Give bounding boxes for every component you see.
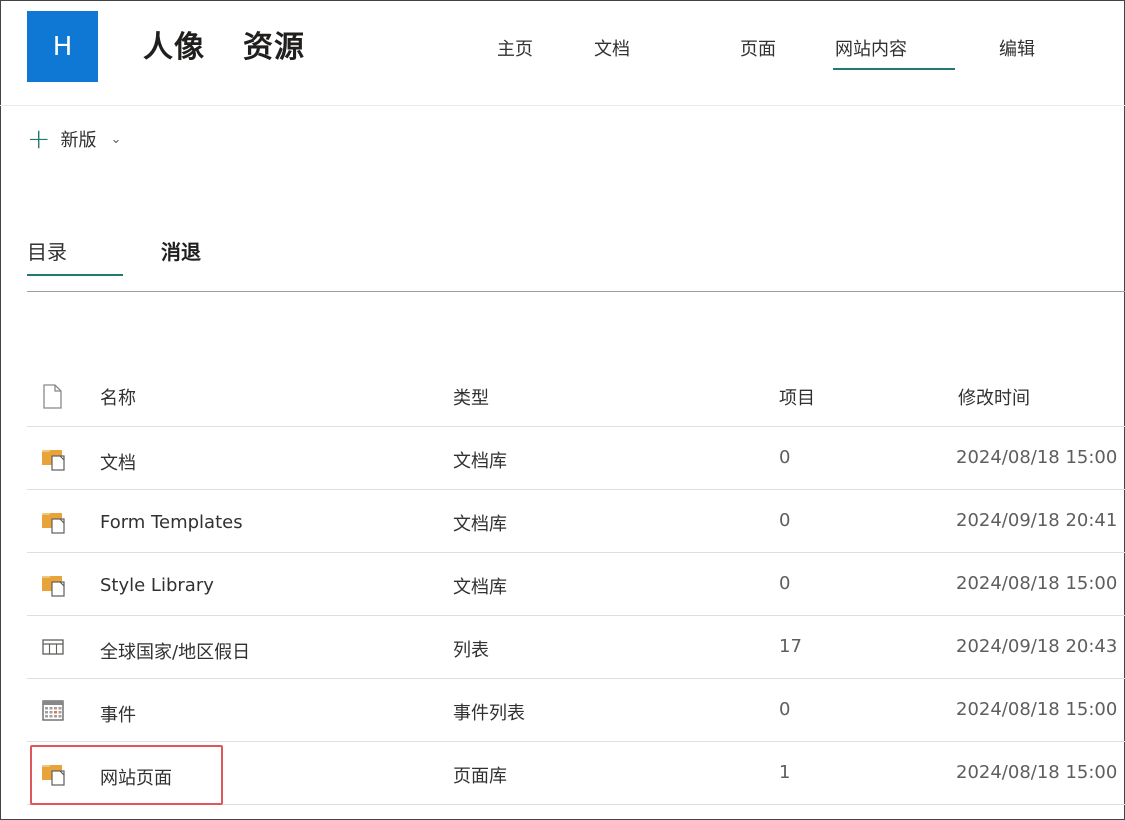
table-row[interactable]: 事件 事件列表 0 2024/08/18 15:00 — [27, 679, 1125, 742]
new-button-label: 新版 — [60, 130, 97, 151]
row-name-link[interactable]: 全球国家/地区假日 — [100, 638, 250, 664]
row-modified: 2024/08/18 15:00 — [956, 573, 1118, 594]
table-header-row: 名称 类型 项目 修改时间 — [27, 363, 1125, 427]
nav-home[interactable]: 主页 — [497, 35, 533, 61]
row-name-link[interactable]: 事件 — [100, 701, 136, 727]
row-items: 17 — [779, 636, 802, 657]
list-icon — [41, 636, 67, 662]
site-contents-table: 名称 类型 项目 修改时间 文档 文档库 0 2024/08/18 15:00 — [27, 363, 1125, 805]
table-row[interactable]: Form Templates 文档库 0 2024/09/18 20:41 — [27, 490, 1125, 553]
chevron-down-icon: ⌄ — [110, 131, 122, 147]
row-modified: 2024/08/18 15:00 — [956, 447, 1118, 468]
calendar-icon — [41, 699, 67, 725]
row-name-link[interactable]: 文档 — [100, 449, 136, 475]
row-name-link[interactable]: Style Library — [100, 575, 214, 596]
highlight-box — [30, 745, 223, 805]
nav-site-contents[interactable]: 网站内容 — [833, 35, 955, 70]
site-logo[interactable]: H — [27, 11, 98, 82]
row-items: 1 — [779, 762, 791, 783]
row-items: 0 — [779, 447, 791, 468]
new-button[interactable]: + 新版 ⌄ — [27, 124, 121, 154]
column-header-name[interactable]: 名称 — [100, 384, 136, 410]
row-items: 0 — [779, 510, 791, 531]
site-title-part1: 人像 — [143, 30, 205, 65]
site-title[interactable]: 人像 资源 — [143, 22, 305, 66]
site-title-part2: 资源 — [243, 30, 305, 65]
tab-contents[interactable]: 目录 — [27, 236, 123, 276]
document-library-icon — [41, 510, 67, 536]
table-row[interactable]: 全球国家/地区假日 列表 17 2024/09/18 20:43 — [27, 616, 1125, 679]
document-library-icon — [41, 573, 67, 599]
tabs-divider — [27, 291, 1125, 292]
row-items: 0 — [779, 573, 791, 594]
row-modified: 2024/08/18 15:00 — [956, 699, 1118, 720]
column-header-modified[interactable]: 修改时间 — [958, 384, 1030, 410]
column-header-type[interactable]: 类型 — [453, 384, 489, 410]
table-row[interactable]: Style Library 文档库 0 2024/08/18 15:00 — [27, 553, 1125, 616]
nav-documents[interactable]: 文档 — [594, 35, 630, 61]
tab-recycle-bin[interactable]: 消退 — [161, 236, 201, 265]
plus-icon: + — [27, 122, 51, 155]
nav-edit[interactable]: 编辑 — [999, 35, 1035, 61]
nav-pages[interactable]: 页面 — [740, 35, 776, 61]
row-modified: 2024/09/18 20:43 — [956, 636, 1118, 657]
row-items: 0 — [779, 699, 791, 720]
row-type: 文档库 — [453, 514, 507, 535]
row-modified: 2024/08/18 15:00 — [956, 762, 1118, 783]
site-header: H 人像 资源 主页 文档 页面 网站内容 编辑 — [0, 0, 1125, 106]
row-name-link[interactable]: Form Templates — [100, 512, 243, 533]
row-type: 文档库 — [453, 451, 507, 472]
row-modified: 2024/09/18 20:41 — [956, 510, 1118, 531]
column-header-items[interactable]: 项目 — [779, 384, 815, 410]
row-type: 事件列表 — [453, 703, 525, 724]
file-type-header-icon[interactable] — [41, 384, 67, 410]
row-type: 列表 — [453, 640, 489, 661]
row-type: 文档库 — [453, 577, 507, 598]
table-row[interactable]: 文档 文档库 0 2024/08/18 15:00 — [27, 427, 1125, 490]
document-library-icon — [41, 447, 67, 473]
row-type: 页面库 — [453, 766, 507, 787]
